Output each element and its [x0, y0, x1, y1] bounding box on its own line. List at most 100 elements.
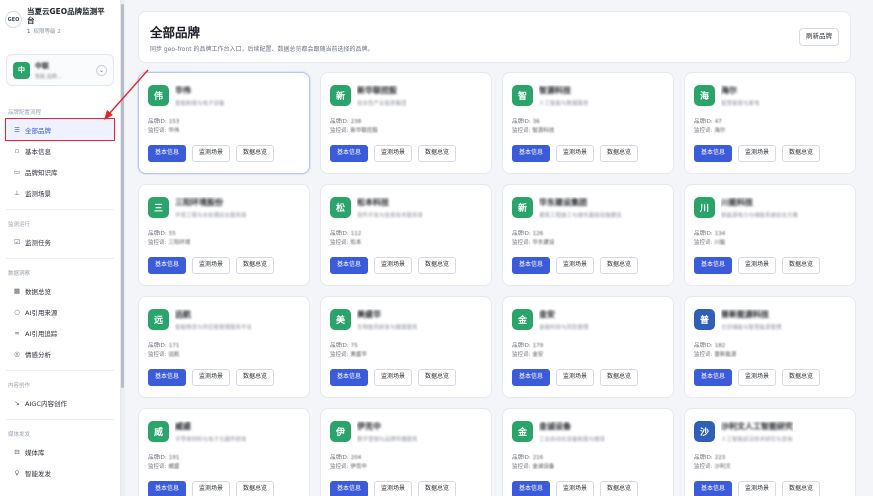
keyword-label: 监控词:	[512, 352, 531, 358]
basic-info-button[interactable]: 基本信息	[512, 257, 551, 274]
sidebar-item[interactable]: ▦ 数据总览	[0, 280, 120, 301]
data-overview-button[interactable]: 数据总览	[782, 481, 821, 496]
brand-logo-icon: 普	[694, 309, 715, 330]
basic-info-button[interactable]: 基本信息	[148, 145, 187, 162]
brand-card[interactable]: 美 美盛华 生物医药研发与健康服务 品牌ID: 75 监控词: 美盛华 基本信息 监…	[320, 296, 492, 398]
monitor-scene-button[interactable]: 监测场景	[738, 369, 777, 386]
monitor-scene-button[interactable]: 监测场景	[374, 257, 413, 274]
sidebar-item[interactable]: ⊥ 监测场景	[0, 182, 120, 203]
basic-info-button[interactable]: 基本信息	[330, 257, 369, 274]
basic-info-button[interactable]: 基本信息	[148, 257, 187, 274]
data-overview-button[interactable]: 数据总览	[600, 481, 639, 496]
data-overview-button[interactable]: 数据总览	[600, 145, 639, 162]
monitor-scene-button[interactable]: 监测场景	[374, 145, 413, 162]
brand-card[interactable]: 海 海尔 智慧家庭与家电 品牌ID: 47 监控词: 海尔 基本信息 监测场景 数据…	[684, 72, 856, 174]
basic-info-button[interactable]: 基本信息	[512, 481, 551, 496]
brand-card[interactable]: 新 华东建设集团 建筑工程施工与城市基础设施建设 品牌ID: 126 监控词: 华东…	[502, 184, 674, 286]
data-overview-button[interactable]: 数据总览	[418, 481, 457, 496]
monitor-scene-button[interactable]: 监测场景	[374, 369, 413, 386]
brand-card[interactable]: 三 三阳环境股份 环保工程与水处理综合服务商 品牌ID: 55 监控词: 三阳环境 …	[138, 184, 310, 286]
brand-actions: 基本信息 监测场景 数据总览	[694, 257, 826, 274]
sidebar-item[interactable]: ○ AI引用来源	[0, 301, 120, 322]
keyword-value: 华伟	[168, 128, 180, 134]
brand-id-label: 品牌ID:	[694, 455, 713, 461]
brand-name: 华伟	[175, 85, 191, 95]
brand-name: 普新能源科技	[721, 309, 769, 319]
brand-logo-icon: 伟	[148, 85, 169, 106]
data-overview-button[interactable]: 数据总览	[418, 145, 457, 162]
page-title: 全部品牌	[150, 25, 201, 40]
basic-info-button[interactable]: 基本信息	[330, 145, 369, 162]
keyword-value: 金诚设备	[532, 464, 555, 470]
brand-card[interactable]: 金 金安 金融科技与风险管理 品牌ID: 179 监控词: 金安 基本信息 监测场景…	[502, 296, 674, 398]
data-overview-button[interactable]: 数据总览	[600, 369, 639, 386]
sidebar-scrollbar-thumb[interactable]	[121, 4, 124, 388]
monitor-scene-button[interactable]: 监测场景	[556, 481, 595, 496]
brand-card[interactable]: 远 远航 智能物流与供应链管理服务平台 品牌ID: 171 监控词: 远航 基本信息…	[138, 296, 310, 398]
sidebar-item[interactable]: ☰ 全部品牌	[5, 118, 115, 141]
sidebar-item[interactable]: ▭ 品牌知识库	[0, 161, 120, 182]
brand-card[interactable]: 伟 华伟 智能制造与电子设备 品牌ID: 153 监控词: 华伟 基本信息 监测场景…	[138, 72, 310, 174]
monitor-scene-button[interactable]: 监测场景	[556, 257, 595, 274]
monitor-scene-button[interactable]: 监测场景	[374, 481, 413, 496]
monitor-scene-button[interactable]: 监测场景	[738, 481, 777, 496]
brand-card[interactable]: 川 川能科技 新能源电力与储能系统综合方案 品牌ID: 134 监控词: 川能 基本…	[684, 184, 856, 286]
brand-card[interactable]: 沙 沙利文人工智能研究 人工智能前沿技术研究与咨询 品牌ID: 223 监控词: 沙…	[684, 408, 856, 496]
brand-actions: 基本信息 监测场景 数据总览	[512, 369, 644, 386]
basic-info-button[interactable]: 基本信息	[148, 369, 187, 386]
basic-info-button[interactable]: 基本信息	[512, 369, 551, 386]
basic-info-button[interactable]: 基本信息	[330, 481, 369, 496]
brand-logo-icon: 三	[148, 197, 169, 218]
basic-info-button[interactable]: 基本信息	[148, 481, 187, 496]
brand-card[interactable]: 新 新华联控股 综合性产业投资集团 品牌ID: 238 监控词: 新华联控股 基本信…	[320, 72, 492, 174]
sidebar-item[interactable]: ⊟ 媒体库	[0, 441, 120, 462]
brand-card[interactable]: 智 智源科技 人工智能与数据服务 品牌ID: 36 监控词: 智源科技 基本信息 监…	[502, 72, 674, 174]
brand-meta: 品牌ID: 75 监控词: 美盛华	[330, 342, 482, 360]
brand-card[interactable]: 松 松本科技 软件开发与信息技术服务商 品牌ID: 112 监控词: 松本 基本信息…	[320, 184, 492, 286]
current-brand-name: 中联	[35, 61, 49, 70]
basic-info-button[interactable]: 基本信息	[694, 369, 733, 386]
chevron-down-icon[interactable]: ⌄	[96, 64, 107, 76]
data-overview-button[interactable]: 数据总览	[418, 369, 457, 386]
data-overview-button[interactable]: 数据总览	[236, 145, 275, 162]
brand-name: 华东建设集团	[539, 197, 587, 207]
brand-card[interactable]: 威 威盛 半导体材料与电子元器件研发 品牌ID: 191 监控词: 威盛 基本信息 …	[138, 408, 310, 496]
keyword-value: 威盛	[168, 464, 180, 470]
brand-id-label: 品牌ID:	[512, 231, 531, 237]
brand-card[interactable]: 伊 伊克中 数字营销与品牌传播服务 品牌ID: 204 监控词: 伊克中 基本信息 …	[320, 408, 492, 496]
current-brand-selector[interactable]: 中 中联 智能 品牌... ⌄	[6, 54, 114, 86]
basic-info-button[interactable]: 基本信息	[330, 369, 369, 386]
sidebar-item[interactable]: ∞ AI引用追踪	[0, 322, 120, 343]
monitor-scene-button[interactable]: 监测场景	[556, 369, 595, 386]
data-overview-button[interactable]: 数据总览	[236, 481, 275, 496]
data-overview-button[interactable]: 数据总览	[600, 257, 639, 274]
monitor-scene-button[interactable]: 监测场景	[192, 481, 231, 496]
data-overview-button[interactable]: 数据总览	[418, 257, 457, 274]
basic-info-button[interactable]: 基本信息	[694, 481, 733, 496]
menu-item-icon: ◎	[14, 349, 20, 358]
brand-card[interactable]: 普 普新能源科技 光伏储能与智慧能源管理 品牌ID: 182 监控词: 普新能源 基…	[684, 296, 856, 398]
refresh-brands-button[interactable]: 刷新品牌	[799, 28, 839, 46]
monitor-scene-button[interactable]: 监测场景	[556, 145, 595, 162]
data-overview-button[interactable]: 数据总览	[782, 145, 821, 162]
sidebar-item[interactable]: ↘ AIGC内容创作	[0, 392, 120, 413]
sidebar-item[interactable]: ▫ 基本信息	[0, 140, 120, 161]
monitor-scene-button[interactable]: 监测场景	[192, 257, 231, 274]
sidebar-item[interactable]: ♀ 智能发发	[0, 462, 120, 483]
data-overview-button[interactable]: 数据总览	[236, 257, 275, 274]
basic-info-button[interactable]: 基本信息	[694, 145, 733, 162]
brand-card[interactable]: 金 金诚设备 工业自动化设备制造与维保 品牌ID: 216 监控词: 金诚设备 基本…	[502, 408, 674, 496]
monitor-scene-button[interactable]: 监测场景	[738, 145, 777, 162]
brand-description: 人工智能前沿技术研究与咨询	[721, 436, 793, 443]
basic-info-button[interactable]: 基本信息	[512, 145, 551, 162]
data-overview-button[interactable]: 数据总览	[236, 369, 275, 386]
data-overview-button[interactable]: 数据总览	[782, 369, 821, 386]
sidebar-item[interactable]: ☑ 监测任务	[0, 231, 120, 252]
monitor-scene-button[interactable]: 监测场景	[738, 257, 777, 274]
menu-item-icon: ▫	[14, 146, 20, 155]
basic-info-button[interactable]: 基本信息	[694, 257, 733, 274]
data-overview-button[interactable]: 数据总览	[782, 257, 821, 274]
sidebar-item[interactable]: ◎ 情感分析	[0, 343, 120, 364]
monitor-scene-button[interactable]: 监测场景	[192, 145, 231, 162]
monitor-scene-button[interactable]: 监测场景	[192, 369, 231, 386]
